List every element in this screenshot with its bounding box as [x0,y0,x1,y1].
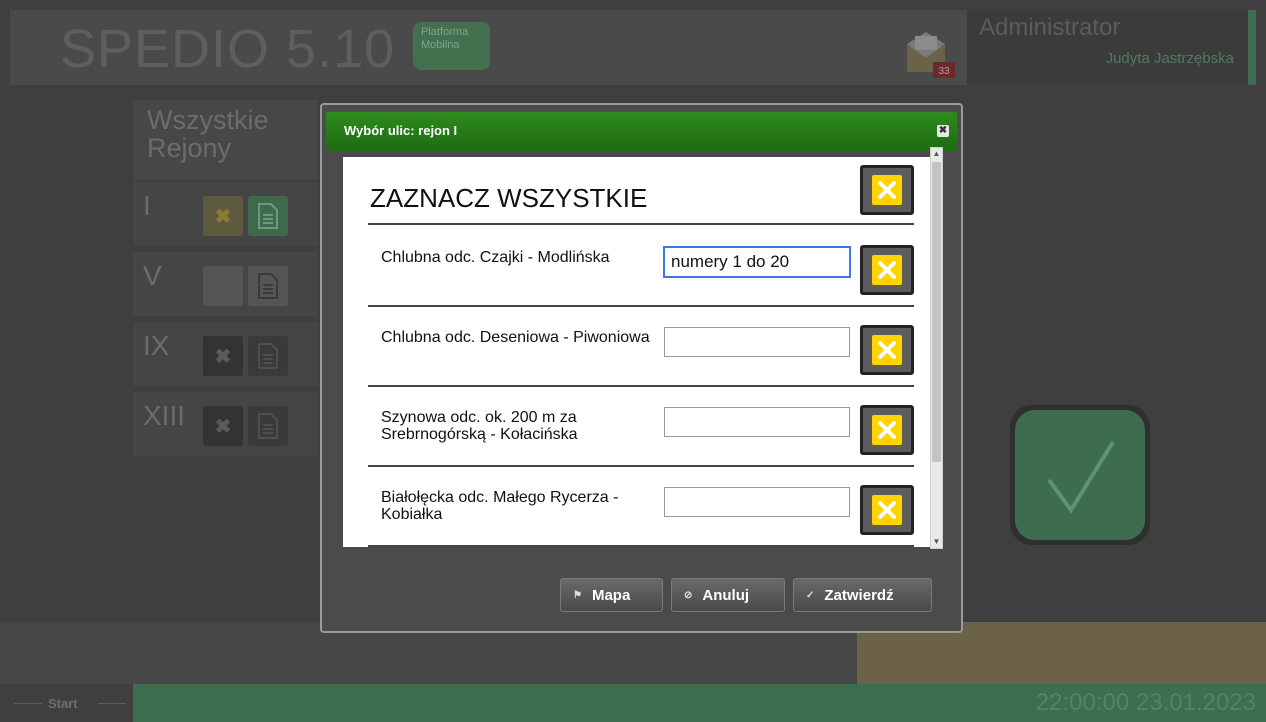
region-label: V [143,260,162,291]
start-button[interactable]: Start [0,684,133,722]
street-row: Białołęcka odc. Małego Rycerza - Kobiałk… [368,467,914,547]
street-row: Szynowa odc. ok. 200 m za Srebrnogórską … [368,387,914,467]
street-row: Chlubna odc. Czajki - Modlińska [368,227,914,307]
street-numbers-input[interactable] [664,487,850,517]
region-row-xiii[interactable]: XIII ✖ [133,392,318,456]
region-label: I [143,190,151,221]
mobile-platform-badge[interactable]: Platforma Mobilna [413,22,490,70]
cancel-icon: ⊘ [684,589,693,601]
street-numbers-input[interactable] [664,327,850,357]
street-toggle-button[interactable] [860,325,914,375]
close-icon [872,415,902,445]
street-list[interactable]: ZAZNACZ WSZYSTKIE Chlubna odc. Czajki - … [343,157,930,547]
region-row-v[interactable]: V [133,252,318,316]
region-row-i[interactable]: I ✖ [133,182,318,246]
checkmark-icon [1047,440,1115,514]
street-name: Chlubna odc. Czajki - Modlińska [381,249,610,266]
region-v-document-button[interactable] [248,266,288,306]
street-toggle-button[interactable] [860,245,914,295]
start-label: Start [48,696,78,711]
street-numbers-input[interactable] [664,407,850,437]
street-toggle-button[interactable] [860,405,914,455]
cancel-button[interactable]: ⊘ Anuluj [671,578,785,612]
region-label: IX [143,330,170,361]
region-v-clear-button[interactable] [203,266,243,306]
region-ix-document-button[interactable] [248,336,288,376]
document-icon [248,336,288,376]
checkmark-icon: ✓ [806,589,815,601]
confirm-checkmark-button[interactable] [1010,405,1150,545]
select-all-label: ZAZNACZ WSZYSTKIE [370,183,648,213]
region-ix-clear-button[interactable]: ✖ [203,336,243,376]
select-all-button[interactable] [860,165,914,215]
street-name: Szynowa odc. ok. 200 m za Srebrnogórską … [381,409,578,443]
mail-count-badge: 33 [938,66,950,77]
status-bar: Start 22:00:00 23.01.2023 [0,684,1266,722]
all-regions-line-2: Rejony [147,133,232,163]
confirm-button-label: Zatwierdź [824,586,894,604]
confirm-button[interactable]: ✓ Zatwierdź [793,578,932,612]
chevron-up-icon[interactable]: ▲ [932,149,941,159]
dialog-title-bar[interactable]: Wybór ulic: rejon I ✖ [325,111,958,151]
user-name: Judyta Jastrzębska [1105,50,1234,67]
select-all-row: ZAZNACZ WSZYSTKIE [368,157,914,225]
region-label: XIII [143,400,186,431]
region-panel: Wszystkie Rejony I ✖ V IX ✖ XIII ✖ [133,100,318,480]
close-icon: ✖ [214,345,232,368]
all-regions-line-1: Wszystkie [147,105,269,135]
clock: 22:00:00 23.01.2023 [1036,689,1256,717]
close-icon [872,255,902,285]
chevron-down-icon[interactable]: ▼ [932,537,941,547]
region-i-document-button[interactable] [248,196,288,236]
user-role: Administrator [979,14,1121,41]
clock-time: 22:00:00 [1035,689,1130,716]
street-name: Białołęcka odc. Małego Rycerza - Kobiałk… [381,489,619,523]
map-button[interactable]: ⚑ Mapa [560,578,663,612]
street-list-scrollbar[interactable]: ▲ ▼ [930,147,943,549]
region-row-ix[interactable]: IX ✖ [133,322,318,386]
all-regions-button[interactable]: Wszystkie Rejony [133,100,318,180]
street-name: Chlubna odc. Deseniowa - Piwoniowa [381,329,650,346]
scrollbar-thumb[interactable] [932,162,941,462]
document-icon [248,266,288,306]
region-i-clear-button[interactable]: ✖ [203,196,243,236]
close-icon [872,175,902,205]
close-icon [872,495,902,525]
close-icon [872,335,902,365]
dialog-title: Wybór ulic: rejon I [344,123,458,138]
mail-icon[interactable]: 33 [903,30,959,80]
document-icon [248,196,288,236]
user-panel[interactable]: Administrator Judyta Jastrzębska [967,10,1256,85]
app-title: SPEDIO 5.10 [60,19,396,79]
document-icon [248,406,288,446]
close-icon[interactable]: ✖ [937,125,949,137]
badge-line-1: Platforma [421,26,469,38]
cancel-button-label: Anuluj [702,586,750,604]
street-selection-dialog: Wybór ulic: rejon I ✖ ZAZNACZ WSZYSTKIE … [320,103,963,633]
badge-line-2: Mobilna [421,39,460,51]
region-xiii-clear-button[interactable]: ✖ [203,406,243,446]
street-row: Chlubna odc. Deseniowa - Piwoniowa [368,307,914,387]
close-icon: ✖ [214,205,232,228]
flag-icon: ⚑ [573,589,582,601]
street-toggle-button[interactable] [860,485,914,535]
region-xiii-document-button[interactable] [248,406,288,446]
status-strip: 22:00:00 23.01.2023 [133,684,1266,722]
close-icon: ✖ [214,415,232,438]
clock-date: 23.01.2023 [1135,689,1256,716]
street-numbers-input[interactable] [664,247,850,277]
map-button-label: Mapa [591,586,631,604]
